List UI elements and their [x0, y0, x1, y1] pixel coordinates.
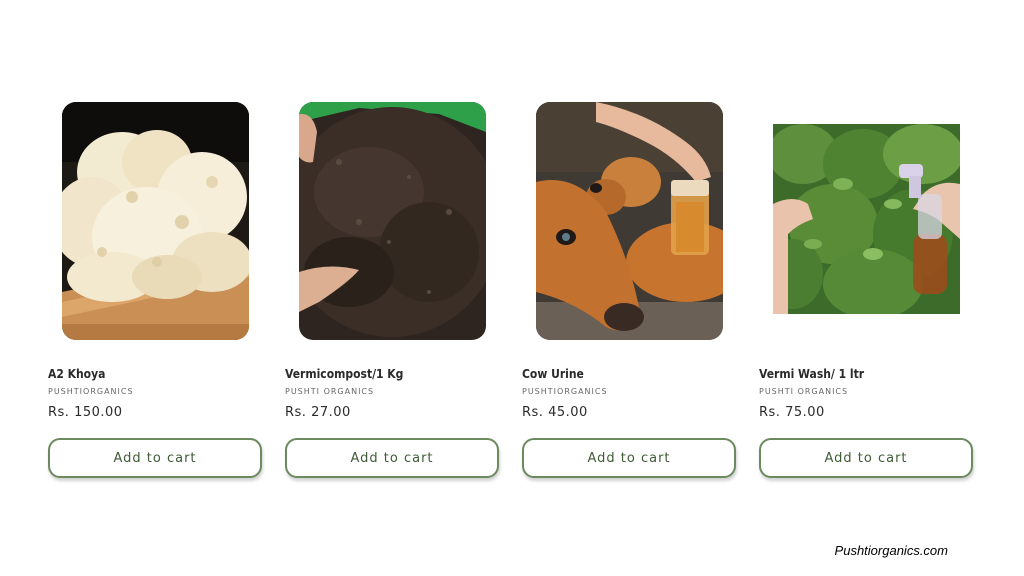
- add-to-cart-button[interactable]: Add to cart: [285, 438, 499, 478]
- product-image-cow-urine[interactable]: [536, 102, 723, 340]
- add-to-cart-button[interactable]: Add to cart: [522, 438, 736, 478]
- product-grid: A2 Khoya PUSHTIORGANICS Rs. 150.00 Add t…: [48, 96, 974, 486]
- product-title[interactable]: Vermi Wash/ 1 ltr: [759, 367, 864, 381]
- product-vendor: PUSHTIORGANICS: [48, 387, 134, 396]
- product-vendor: PUSHTIORGANICS: [522, 387, 608, 396]
- product-image-vermi-wash[interactable]: [773, 124, 960, 314]
- add-to-cart-button[interactable]: Add to cart: [48, 438, 262, 478]
- product-price: Rs. 45.00: [522, 405, 588, 420]
- product-image-vermicompost[interactable]: [299, 102, 486, 340]
- product-card: A2 Khoya PUSHTIORGANICS Rs. 150.00 Add t…: [48, 96, 262, 482]
- product-price: Rs. 27.00: [285, 405, 351, 420]
- product-card: Vermi Wash/ 1 ltr PUSHTI ORGANICS Rs. 75…: [759, 96, 973, 482]
- product-price: Rs. 150.00: [48, 405, 123, 420]
- product-image-khoya[interactable]: [62, 102, 249, 340]
- product-vendor: PUSHTI ORGANICS: [285, 387, 375, 396]
- product-title[interactable]: A2 Khoya: [48, 367, 105, 381]
- product-title[interactable]: Cow Urine: [522, 367, 584, 381]
- page: A2 Khoya PUSHTIORGANICS Rs. 150.00 Add t…: [0, 0, 1024, 576]
- product-price: Rs. 75.00: [759, 405, 825, 420]
- website-url: Pushtiorganics.com: [834, 543, 948, 558]
- add-to-cart-button[interactable]: Add to cart: [759, 438, 973, 478]
- product-title[interactable]: Vermicompost/1 Kg: [285, 367, 403, 381]
- product-card: Cow Urine PUSHTIORGANICS Rs. 45.00 Add t…: [522, 96, 736, 482]
- product-card: Vermicompost/1 Kg PUSHTI ORGANICS Rs. 27…: [285, 96, 499, 482]
- product-vendor: PUSHTI ORGANICS: [759, 387, 849, 396]
